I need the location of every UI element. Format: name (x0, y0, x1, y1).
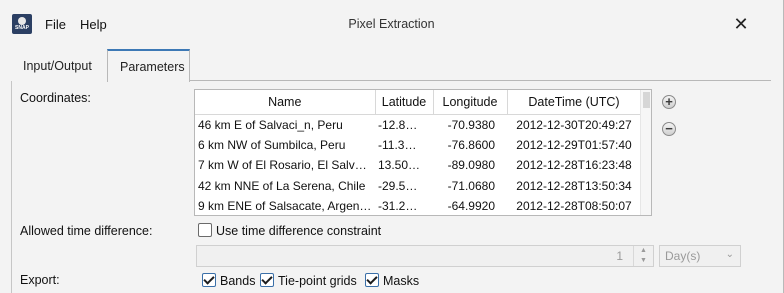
cell-longitude: -64.9920 (447, 199, 495, 214)
column-header-longitude[interactable]: Longitude (433, 90, 508, 115)
table-row[interactable]: 9 km ENE of Salsacate, Argenti... -31.29… (195, 196, 641, 215)
cell-name: 42 km NNE of La Serena, Chile (198, 178, 366, 193)
export-label: Export: (20, 273, 60, 287)
allowed-time-difference-label: Allowed time difference: (20, 224, 153, 238)
export-bands-label: Bands (220, 274, 256, 288)
time-difference-spinner[interactable]: 1 ▲ ▼ (196, 245, 654, 267)
table-row[interactable]: 42 km NNE of La Serena, Chile -29.5530 -… (195, 176, 641, 197)
scrollbar-thumb[interactable] (643, 92, 650, 108)
cell-datetime: 2012-12-29T01:57:40 (516, 137, 632, 152)
chevron-up-icon[interactable]: ▲ (634, 246, 653, 256)
cell-longitude: -89.0980 (447, 158, 495, 173)
cell-name: 9 km ENE of Salsacate, Argenti... (198, 199, 375, 214)
cell-name: 7 km W of El Rosario, El Salvador (198, 158, 375, 173)
column-header-datetime[interactable]: DateTime (UTC) (507, 90, 642, 115)
time-difference-value: 1 (616, 249, 623, 263)
column-header-name[interactable]: Name (195, 90, 376, 115)
cell-datetime: 2012-12-28T13:50:34 (516, 178, 632, 193)
cell-longitude: -70.9380 (447, 117, 495, 132)
table-scrollbar[interactable] (640, 90, 651, 215)
coordinates-label: Coordinates: (20, 91, 91, 105)
chevron-down-icon: ⌄ (725, 249, 734, 260)
time-unit-dropdown[interactable]: Day(s) ⌄ (659, 245, 741, 267)
table-row[interactable]: 7 km W of El Rosario, El Salvador 13.501… (195, 155, 641, 176)
spinner-arrows[interactable]: ▲ ▼ (633, 246, 653, 266)
cell-datetime: 2012-12-30T20:49:27 (516, 117, 632, 132)
time-difference-checkbox[interactable] (198, 223, 212, 237)
time-difference-checkbox-label: Use time difference constraint (216, 224, 382, 238)
add-coordinate-button[interactable]: + (662, 95, 676, 109)
title-bar: SNAP File Help Pixel Extraction ✕ (0, 0, 783, 48)
table-row[interactable]: 6 km NW of Sumbilca, Peru -11.3700 -76.8… (195, 135, 641, 156)
remove-coordinate-button[interactable]: − (662, 122, 676, 136)
cell-latitude: -29.5530 (378, 178, 426, 193)
chevron-down-icon[interactable]: ▼ (634, 256, 653, 266)
cell-longitude: -71.0680 (447, 178, 495, 193)
cell-datetime: 2012-12-28T08:50:07 (516, 199, 632, 214)
column-header-latitude[interactable]: Latitude (375, 90, 434, 115)
tab-parameters[interactable]: Parameters (107, 49, 190, 82)
cell-latitude: -11.3700 (378, 137, 425, 152)
cell-name: 46 km E of Salvaci_n, Peru (198, 117, 343, 132)
cell-name: 6 km NW of Sumbilca, Peru (198, 137, 346, 152)
pixel-extraction-dialog: SNAP File Help Pixel Extraction ✕ Input/… (0, 0, 784, 293)
close-icon[interactable]: ✕ (729, 12, 753, 36)
export-masks-checkbox[interactable] (365, 273, 379, 287)
cell-longitude: -76.8600 (447, 137, 495, 152)
tab-input-output[interactable]: Input/Output (11, 50, 107, 81)
cell-latitude: -12.8610 (378, 117, 426, 132)
export-bands-checkbox[interactable] (202, 273, 216, 287)
coordinates-table[interactable]: Name Latitude Longitude DateTime (UTC) 4… (194, 89, 652, 216)
export-masks-label: Masks (383, 274, 420, 288)
export-tie-point-grids-label: Tie-point grids (278, 274, 357, 288)
cell-datetime: 2012-12-28T16:23:48 (516, 158, 632, 173)
cell-latitude: 13.5010 (378, 158, 422, 173)
window-title: Pixel Extraction (348, 17, 435, 31)
table-row[interactable]: 46 km E of Salvaci_n, Peru -12.8610 -70.… (195, 114, 641, 135)
cell-latitude: -31.2970 (378, 199, 426, 214)
export-tie-point-grids-checkbox[interactable] (260, 273, 274, 287)
time-unit-value: Day(s) (665, 249, 701, 263)
